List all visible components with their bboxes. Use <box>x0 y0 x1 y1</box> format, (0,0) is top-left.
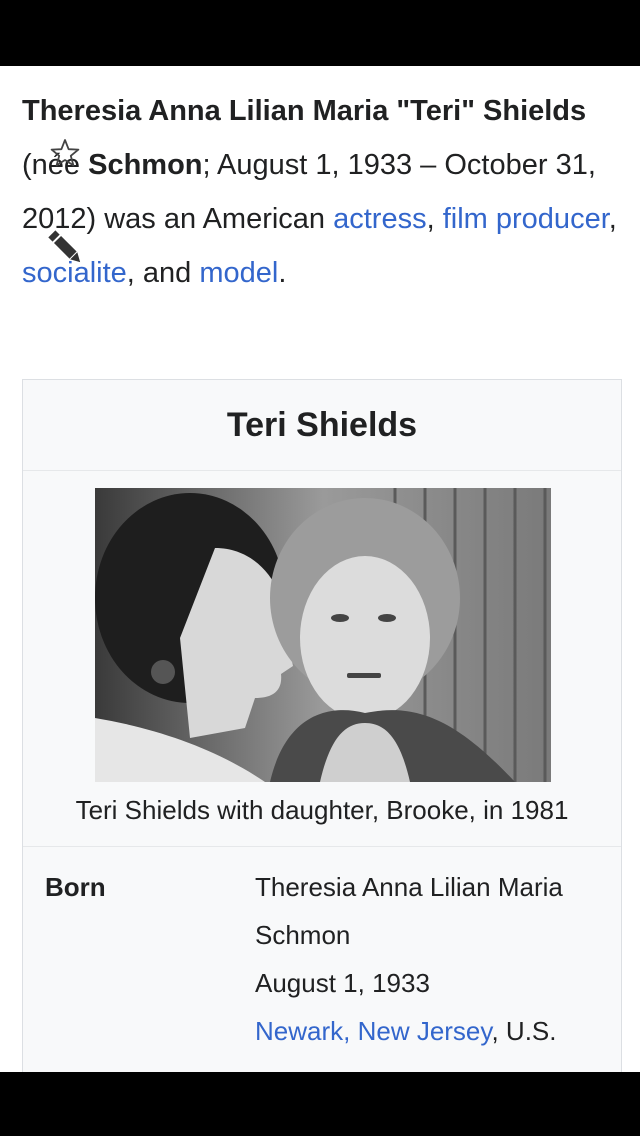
infobox-photo[interactable] <box>95 488 551 782</box>
infobox-title: Teri Shields <box>23 380 621 471</box>
article-page: Theresia Anna Lilian Maria "Teri" Shield… <box>0 66 640 1072</box>
separator: , and <box>126 257 200 289</box>
infobox-divider <box>23 846 621 847</box>
separator: , <box>426 203 443 235</box>
pencil-icon[interactable] <box>44 226 88 270</box>
link-model[interactable]: model <box>199 257 278 289</box>
infobox: Teri Shields Teri Shields with daughter,… <box>22 379 622 1072</box>
born-place: Newark, New Jersey, U.S. <box>255 1007 615 1055</box>
link-film-producer[interactable]: film producer <box>443 203 609 235</box>
born-value: Theresia Anna Lilian Maria Schmon August… <box>255 863 615 1055</box>
bottom-bar <box>0 1072 640 1136</box>
photo-caption: Teri Shields with daughter, Brooke, in 1… <box>75 795 569 825</box>
born-name-line2: Schmon <box>255 920 351 950</box>
photo-image <box>95 488 551 782</box>
subject-full-name: Theresia Anna Lilian Maria "Teri" Shield… <box>22 95 587 127</box>
article-intro: Theresia Anna Lilian Maria "Teri" Shield… <box>22 84 622 300</box>
star-icon[interactable] <box>50 138 80 168</box>
born-date: August 1, 1933 <box>255 968 430 998</box>
sentence-end: . <box>278 257 287 289</box>
born-label: Born <box>45 872 106 902</box>
link-actress[interactable]: actress <box>333 203 426 235</box>
born-country: , U.S. <box>491 1016 557 1046</box>
birth-surname: Schmon <box>88 149 203 181</box>
separator: , <box>608 203 617 235</box>
link-birthplace[interactable]: Newark, New Jersey <box>255 1016 491 1046</box>
born-name-line1: Theresia Anna Lilian Maria <box>255 872 563 902</box>
status-bar <box>0 0 640 66</box>
